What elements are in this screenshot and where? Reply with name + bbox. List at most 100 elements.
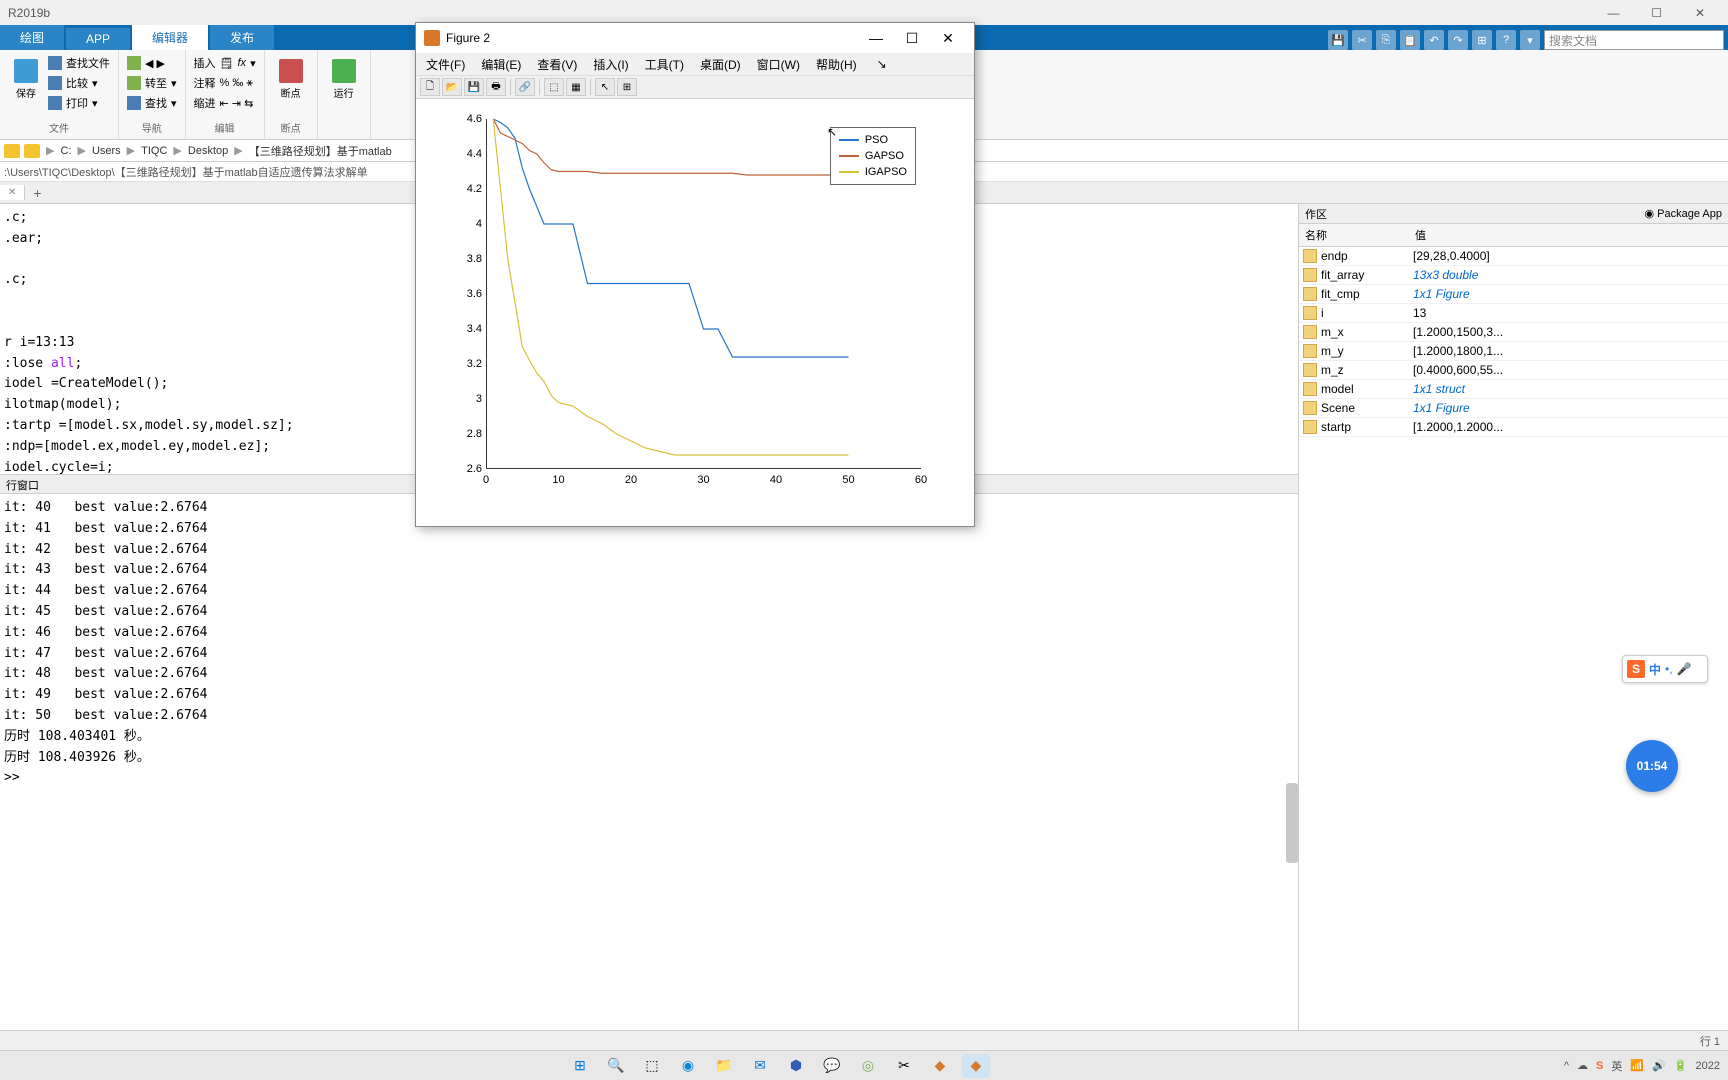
- legend[interactable]: PSO GAPSO IGAPSO: [830, 127, 916, 185]
- task-view-icon[interactable]: ⬚: [638, 1054, 666, 1078]
- folder-icon: [4, 144, 20, 158]
- snip-icon[interactable]: ✂: [890, 1054, 918, 1078]
- editor-tab-add[interactable]: +: [25, 183, 49, 203]
- tray-chevron-icon[interactable]: ^: [1564, 1060, 1569, 1072]
- breakpoints-group-label: 断点: [273, 120, 309, 135]
- data-cursor-icon[interactable]: ⊞: [617, 78, 637, 96]
- print-button[interactable]: 打印 ▾: [48, 94, 110, 112]
- ime-badge[interactable]: S 中 •, 🎤: [1622, 655, 1708, 683]
- menu-desktop[interactable]: 桌面(D): [694, 54, 747, 75]
- volume-icon[interactable]: 🔊: [1652, 1059, 1666, 1072]
- workspace-row[interactable]: fit_cmp1x1 Figure: [1299, 285, 1728, 304]
- menu-insert[interactable]: 插入(I): [587, 54, 634, 75]
- xtick-label: 10: [552, 474, 564, 486]
- fig-maximize-button[interactable]: ☐: [894, 30, 930, 47]
- matlab2-icon[interactable]: ◆: [926, 1054, 954, 1078]
- save-figure-icon[interactable]: 💾: [464, 78, 484, 96]
- search-icon[interactable]: 🔍: [602, 1054, 630, 1078]
- goto-button[interactable]: 转至 ▾: [127, 74, 177, 92]
- col-value[interactable]: 值: [1409, 224, 1728, 246]
- comment-button[interactable]: 注释 % ‰ ⚹: [194, 74, 256, 92]
- plot-area[interactable]: PSO GAPSO IGAPSO 4.64.44.243.83.63.43.23…: [416, 99, 974, 526]
- scrollbar-thumb[interactable]: [1286, 783, 1298, 863]
- dock-icon[interactable]: ⬚: [544, 78, 564, 96]
- pointer-icon[interactable]: ↖: [595, 78, 615, 96]
- workspace-row[interactable]: m_x[1.2000,1500,3...: [1299, 323, 1728, 342]
- workspace-row[interactable]: Scene1x1 Figure: [1299, 399, 1728, 418]
- find-files-button[interactable]: 查找文件: [48, 54, 110, 72]
- indent-button[interactable]: 缩进 ⇤ ⇥ ⇆: [194, 94, 256, 112]
- tab-app[interactable]: APP: [66, 28, 130, 50]
- redo-icon[interactable]: ↷: [1448, 30, 1468, 50]
- menu-edit[interactable]: 编辑(E): [475, 54, 527, 75]
- undo-icon[interactable]: ↶: [1424, 30, 1444, 50]
- workspace-row[interactable]: m_z[0.4000,600,55...: [1299, 361, 1728, 380]
- copy-icon[interactable]: ⎘: [1376, 30, 1396, 50]
- wifi-icon[interactable]: 📶: [1630, 1059, 1644, 1072]
- battery-icon[interactable]: 🔋: [1674, 1059, 1688, 1072]
- workspace-row[interactable]: i13: [1299, 304, 1728, 323]
- explorer-icon[interactable]: 📁: [710, 1054, 738, 1078]
- tab-plot[interactable]: 绘图: [0, 25, 64, 50]
- date-label[interactable]: 2022: [1696, 1060, 1720, 1072]
- workspace-row[interactable]: startp[1.2000,1.2000...: [1299, 418, 1728, 437]
- workspace-row[interactable]: fit_array13x3 double: [1299, 266, 1728, 285]
- edge-icon[interactable]: ◉: [674, 1054, 702, 1078]
- sogou-tray-icon[interactable]: S: [1596, 1060, 1603, 1072]
- minimize-button[interactable]: —: [1593, 6, 1633, 20]
- find-button[interactable]: 查找 ▾: [127, 94, 177, 112]
- maximize-button[interactable]: ☐: [1637, 6, 1677, 20]
- workspace-header: 作区 ◉ Package App: [1299, 204, 1728, 224]
- editor-tab-close[interactable]: ✕: [0, 185, 25, 200]
- tab-publish[interactable]: 发布: [210, 25, 274, 50]
- ytick-label: 4.6: [456, 113, 482, 125]
- fig-minimize-button[interactable]: —: [858, 30, 894, 46]
- new-figure-icon[interactable]: 🗋: [420, 78, 440, 96]
- lang-icon[interactable]: 英: [1611, 1058, 1622, 1074]
- workspace-row[interactable]: model1x1 struct: [1299, 380, 1728, 399]
- menu-file[interactable]: 文件(F): [420, 54, 471, 75]
- save-icon[interactable]: 💾: [1328, 30, 1348, 50]
- menu-help[interactable]: 帮助(H): [810, 54, 863, 75]
- dropdown-icon[interactable]: ▾: [1520, 30, 1540, 50]
- mail-icon[interactable]: ✉: [746, 1054, 774, 1078]
- workspace-row[interactable]: endp[29,28,0.4000]: [1299, 247, 1728, 266]
- file-group-label: 文件: [8, 120, 110, 135]
- workspace-row[interactable]: m_y[1.2000,1800,1...: [1299, 342, 1728, 361]
- breakpoints-button[interactable]: 断点: [273, 54, 309, 104]
- nav-back-button[interactable]: ◀ ▶: [127, 54, 177, 72]
- open-icon[interactable]: 📂: [442, 78, 462, 96]
- menu-view[interactable]: 查看(V): [531, 54, 583, 75]
- tab-editor[interactable]: 编辑器: [132, 25, 208, 50]
- wechat-icon[interactable]: 💬: [818, 1054, 846, 1078]
- colorbar-icon[interactable]: ▦: [566, 78, 586, 96]
- timer-badge[interactable]: 01:54: [1626, 740, 1678, 792]
- link-icon[interactable]: 🔗: [515, 78, 535, 96]
- switch-window-icon[interactable]: ⊞: [1472, 30, 1492, 50]
- cut-icon[interactable]: ✂: [1352, 30, 1372, 50]
- help-icon[interactable]: ?: [1496, 30, 1516, 50]
- start-icon[interactable]: ⊞: [566, 1054, 594, 1078]
- figure-titlebar[interactable]: Figure 2 — ☐ ✕: [416, 23, 974, 53]
- menu-tools[interactable]: 工具(T): [639, 54, 690, 75]
- nav-group-label: 导航: [127, 120, 177, 135]
- office-icon[interactable]: ⬢: [782, 1054, 810, 1078]
- onedrive-icon[interactable]: ☁: [1577, 1059, 1588, 1072]
- col-name[interactable]: 名称: [1299, 224, 1409, 246]
- paste-icon[interactable]: 📋: [1400, 30, 1420, 50]
- browser-icon[interactable]: ◎: [854, 1054, 882, 1078]
- menu-more[interactable]: ↘: [871, 55, 893, 73]
- save-button[interactable]: 保存: [8, 54, 44, 104]
- command-window[interactable]: it: 40 best value:2.6764 it: 41 best val…: [0, 494, 1298, 1072]
- search-input[interactable]: 搜索文档: [1544, 30, 1724, 50]
- insert-button[interactable]: 插入 🗒 fx ▾: [194, 54, 256, 72]
- print-icon[interactable]: 🖶: [486, 78, 506, 96]
- run-button[interactable]: 运行: [326, 54, 362, 104]
- menu-window[interactable]: 窗口(W): [751, 54, 806, 75]
- close-button[interactable]: ✕: [1680, 6, 1720, 20]
- matlab-icon[interactable]: ◆: [962, 1054, 990, 1078]
- compare-button[interactable]: 比较 ▾: [48, 74, 110, 92]
- taskbar: ⊞ 🔍 ⬚ ◉ 📁 ✉ ⬢ 💬 ◎ ✂ ◆ ◆ ^ ☁ S 英 📶 🔊 🔋 20…: [0, 1050, 1728, 1080]
- fig-close-button[interactable]: ✕: [930, 30, 966, 47]
- figure-window[interactable]: Figure 2 — ☐ ✕ 文件(F) 编辑(E) 查看(V) 插入(I) 工…: [415, 22, 975, 527]
